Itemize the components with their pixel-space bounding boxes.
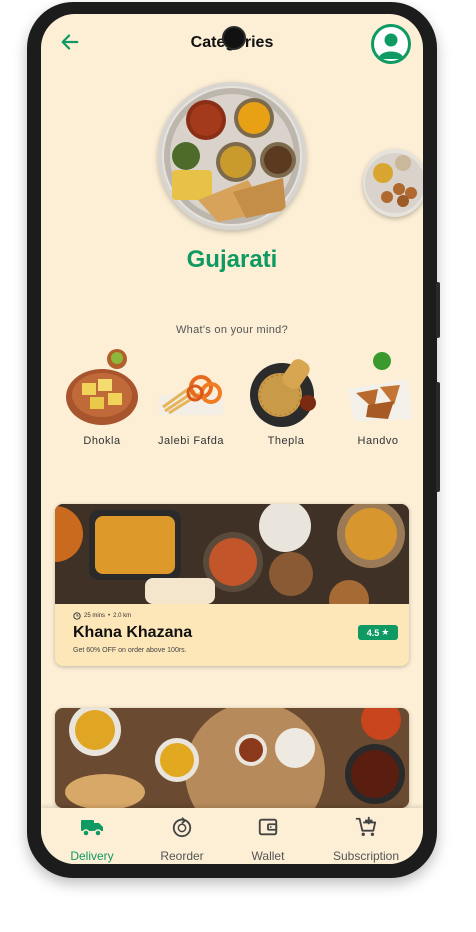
dish-item-handvo[interactable]: Handvo xyxy=(336,349,420,447)
nav-delivery[interactable]: Delivery xyxy=(47,816,137,863)
restaurant-name: Khana Khazana xyxy=(73,624,193,641)
handvo-image xyxy=(338,349,418,429)
dish-item-thepla[interactable]: Thepla xyxy=(244,349,328,447)
restaurant-offer: Get 60% OFF on order above 100rs. xyxy=(73,647,187,654)
cart-add-icon xyxy=(355,816,377,836)
thepla-image xyxy=(246,349,326,429)
restaurant-card[interactable]: 25 mins • 2.0 km Khana Khazana Get 60% O… xyxy=(55,504,409,666)
restaurant-photo xyxy=(55,504,409,604)
front-camera xyxy=(222,26,246,50)
delivery-truck-icon xyxy=(81,820,103,837)
volume-button xyxy=(436,382,440,492)
nav-label: Reorder xyxy=(160,849,204,863)
nav-wallet[interactable]: Wallet xyxy=(223,816,313,863)
section-prompt: What's on your mind? xyxy=(175,324,289,336)
nav-reorder[interactable]: Reorder xyxy=(137,816,227,863)
power-button xyxy=(436,282,440,338)
dhokla-image xyxy=(62,349,142,429)
jalebi-fafda-image xyxy=(151,349,231,429)
clock-icon xyxy=(73,612,81,620)
nav-label: Delivery xyxy=(70,849,114,863)
category-hero-image xyxy=(158,82,306,230)
dish-label: Thepla xyxy=(267,435,305,447)
dish-label: Handvo xyxy=(357,435,399,447)
dish-item-dhokla[interactable]: Dhokla xyxy=(60,349,144,447)
app-screen: Categories xyxy=(41,14,423,864)
delivery-distance: 2.0 km xyxy=(113,613,132,619)
next-category-image[interactable] xyxy=(363,149,423,217)
nav-subscription[interactable]: Subscription xyxy=(321,816,411,863)
profile-avatar-icon[interactable] xyxy=(371,24,411,64)
nav-label: Wallet xyxy=(251,849,285,863)
meta-separator: • xyxy=(108,613,111,619)
star-icon: ★ xyxy=(381,627,390,637)
delivery-meta: 25 mins • 2.0 km xyxy=(73,612,131,620)
rating-value: 4.5 xyxy=(366,627,380,638)
dish-label: Jalebi Fafda xyxy=(158,435,224,447)
delivery-time: 25 mins xyxy=(84,613,106,619)
restaurant-photo xyxy=(55,708,409,808)
category-name: Gujarati xyxy=(186,246,278,273)
dish-label: Dhokla xyxy=(83,435,121,447)
bottom-navigation: Delivery Reorder Wallet Subscription xyxy=(41,808,423,864)
nav-label: Subscription xyxy=(332,849,400,863)
reorder-icon xyxy=(172,817,192,838)
wallet-icon xyxy=(258,818,278,836)
rating-badge: 4.5 ★ xyxy=(358,625,398,640)
restaurant-card[interactable] xyxy=(55,708,409,808)
dish-item-jalebi-fafda[interactable]: Jalebi Fafda xyxy=(149,349,233,447)
